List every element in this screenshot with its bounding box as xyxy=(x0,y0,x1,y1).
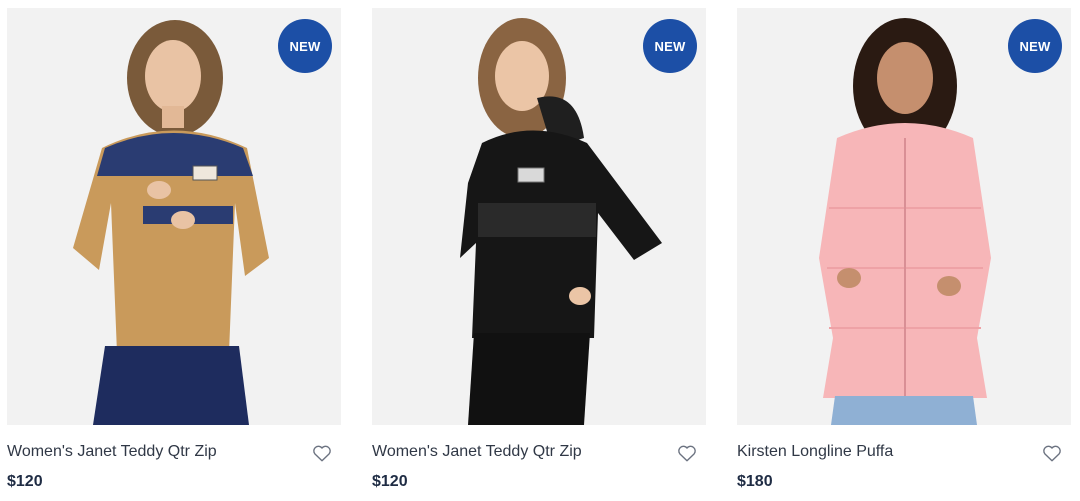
product-price: $120 xyxy=(372,473,408,490)
product-photo-figure xyxy=(819,18,991,425)
product-image[interactable]: NEW xyxy=(372,8,706,425)
new-badge: NEW xyxy=(643,19,697,73)
product-card[interactable]: NEW Women's Janet Teddy Qtr Zip $120 xyxy=(7,8,341,501)
product-grid: NEW Women's Janet Teddy Qtr Zip $120 NEW… xyxy=(0,0,1080,501)
new-badge: NEW xyxy=(1008,19,1062,73)
heart-outline-icon[interactable] xyxy=(311,442,333,464)
product-image[interactable]: NEW xyxy=(7,8,341,425)
heart-outline-icon[interactable] xyxy=(676,442,698,464)
product-price: $180 xyxy=(737,473,773,490)
new-badge: NEW xyxy=(278,19,332,73)
product-name[interactable]: Women's Janet Teddy Qtr Zip xyxy=(372,443,582,461)
product-image[interactable]: NEW xyxy=(737,8,1071,425)
product-photo-figure xyxy=(73,20,269,425)
product-photo-figure xyxy=(460,18,662,425)
product-name[interactable]: Women's Janet Teddy Qtr Zip xyxy=(7,443,217,461)
product-card[interactable]: NEW Kirsten Longline Puffa $180 xyxy=(737,8,1071,501)
product-card[interactable]: NEW Women's Janet Teddy Qtr Zip $120 xyxy=(372,8,706,501)
heart-outline-icon[interactable] xyxy=(1041,442,1063,464)
product-price: $120 xyxy=(7,473,43,490)
product-name[interactable]: Kirsten Longline Puffa xyxy=(737,443,893,461)
